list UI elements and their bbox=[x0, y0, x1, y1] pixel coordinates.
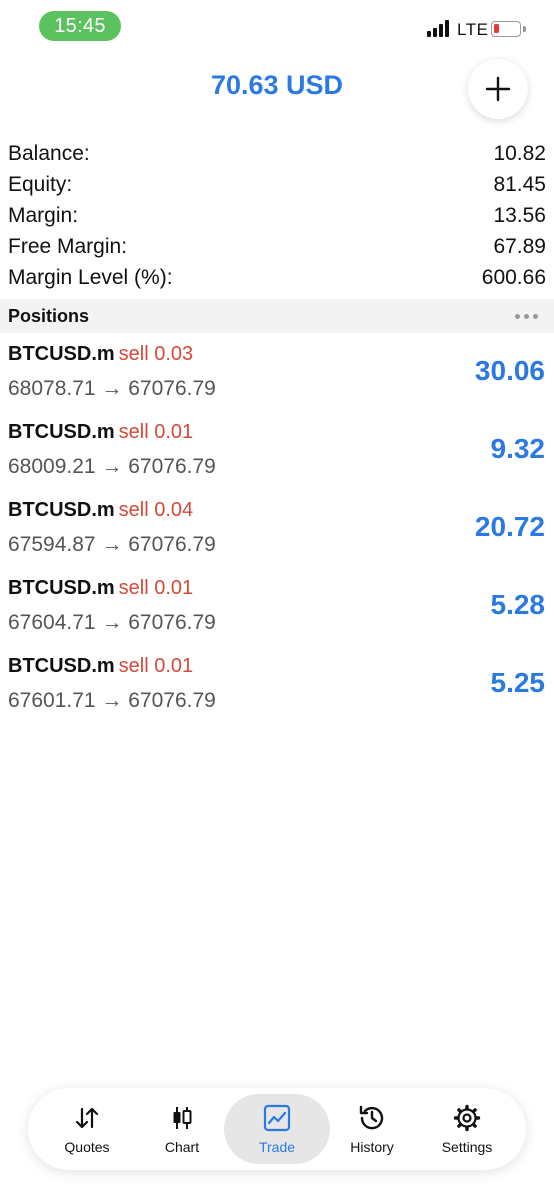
position-profit: 20.72 bbox=[474, 511, 545, 542]
positions-list: BTCUSD.m sell 0.03 68078.71 → 67076.79 30… bbox=[0, 337, 554, 727]
network-type: LTE bbox=[457, 20, 489, 39]
position-type: sell 0.01 bbox=[118, 577, 194, 599]
tab-history[interactable]: History bbox=[319, 1094, 425, 1164]
tab-label: Trade bbox=[258, 1139, 296, 1155]
summary-value: 67.89 bbox=[493, 234, 546, 258]
summary-label: Free Margin: bbox=[8, 234, 128, 258]
summary-value: 81.45 bbox=[493, 172, 546, 196]
summary-row-equity: Equity: 81.45 bbox=[8, 169, 546, 200]
position-type: sell 0.01 bbox=[118, 421, 194, 443]
tab-settings[interactable]: Settings bbox=[414, 1094, 520, 1164]
position-row[interactable]: BTCUSD.m sell 0.01 67604.71 → 67076.79 5.… bbox=[0, 571, 554, 649]
position-type: sell 0.03 bbox=[118, 343, 194, 365]
summary-row-margin-level: Margin Level (%): 600.66 bbox=[8, 262, 546, 293]
position-row[interactable]: BTCUSD.m sell 0.03 68078.71 → 67076.79 30… bbox=[0, 337, 554, 415]
tab-quotes[interactable]: Quotes bbox=[34, 1094, 140, 1164]
position-prices: 67604.71 → 67076.79 bbox=[8, 611, 216, 634]
bottom-tab-bar: Quotes Chart Trade History Settings bbox=[28, 1088, 526, 1170]
summary-label: Equity: bbox=[8, 172, 73, 196]
position-profit: 5.25 bbox=[490, 667, 546, 698]
position-row[interactable]: BTCUSD.m sell 0.04 67594.87 → 67076.79 20… bbox=[0, 493, 554, 571]
positions-title: Positions bbox=[8, 305, 90, 326]
summary-row-margin: Margin: 13.56 bbox=[8, 200, 546, 231]
more-options-icon[interactable] bbox=[515, 313, 538, 319]
positions-section-header: Positions bbox=[0, 299, 554, 333]
summary-label: Balance: bbox=[8, 141, 90, 165]
battery-icon bbox=[491, 21, 521, 37]
summary-row-balance: Balance: 10.82 bbox=[8, 138, 546, 169]
position-type: sell 0.04 bbox=[118, 499, 194, 521]
position-prices: 68078.71 → 67076.79 bbox=[8, 377, 216, 400]
position-symbol: BTCUSD.m bbox=[8, 499, 115, 521]
summary-value: 600.66 bbox=[481, 265, 546, 289]
summary-row-free-margin: Free Margin: 67.89 bbox=[8, 231, 546, 262]
position-type: sell 0.01 bbox=[118, 655, 194, 677]
position-symbol: BTCUSD.m bbox=[8, 655, 115, 677]
summary-value: 13.56 bbox=[493, 203, 546, 227]
history-clock-icon bbox=[359, 1105, 384, 1130]
candlestick-icon bbox=[173, 1107, 192, 1129]
account-summary: Balance: 10.82 Equity: 81.45 Margin: 13.… bbox=[8, 138, 546, 293]
status-bar: 15:45 LTE bbox=[0, 0, 554, 52]
tab-trade[interactable]: Trade bbox=[224, 1094, 330, 1164]
position-profit: 9.32 bbox=[490, 433, 546, 464]
summary-label: Margin Level (%): bbox=[8, 265, 173, 289]
tab-label: Chart bbox=[164, 1139, 200, 1155]
gear-icon bbox=[453, 1104, 481, 1132]
cellular-signal-icon bbox=[427, 20, 451, 37]
position-prices: 67601.71 → 67076.79 bbox=[8, 689, 216, 712]
tab-label: Settings bbox=[441, 1139, 493, 1155]
position-prices: 67594.87 → 67076.79 bbox=[8, 533, 216, 556]
plus-icon bbox=[485, 76, 511, 102]
position-row[interactable]: BTCUSD.m sell 0.01 67601.71 → 67076.79 5.… bbox=[0, 649, 554, 727]
position-prices: 68009.21 → 67076.79 bbox=[8, 455, 216, 478]
position-symbol: BTCUSD.m bbox=[8, 421, 115, 443]
summary-value: 10.82 bbox=[493, 141, 546, 165]
quotes-arrows-icon bbox=[75, 1107, 99, 1129]
position-symbol: BTCUSD.m bbox=[8, 343, 115, 365]
position-row[interactable]: BTCUSD.m sell 0.01 68009.21 → 67076.79 9.… bbox=[0, 415, 554, 493]
position-profit: 5.28 bbox=[490, 589, 546, 620]
tab-label: History bbox=[350, 1139, 394, 1155]
summary-label: Margin: bbox=[8, 203, 79, 227]
trade-chart-icon bbox=[263, 1104, 291, 1132]
tab-chart[interactable]: Chart bbox=[129, 1094, 235, 1164]
position-symbol: BTCUSD.m bbox=[8, 577, 115, 599]
position-profit: 30.06 bbox=[474, 355, 545, 386]
tab-label: Quotes bbox=[64, 1139, 110, 1155]
add-order-button[interactable] bbox=[468, 59, 528, 119]
status-time: 15:45 bbox=[39, 11, 121, 41]
